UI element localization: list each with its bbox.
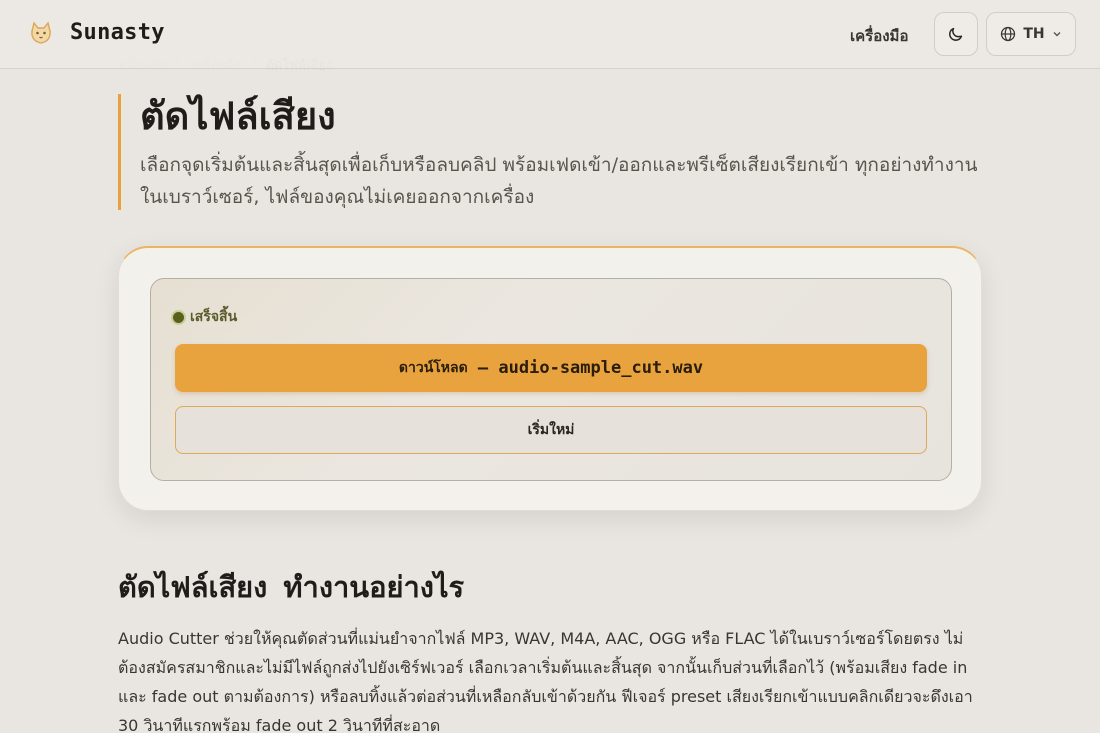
brand-name[interactable]: Sunasty bbox=[70, 20, 165, 45]
chevron-down-icon bbox=[1053, 32, 1061, 37]
download-filename: audio-sample_cut.wav bbox=[498, 358, 704, 378]
globe-icon bbox=[1001, 26, 1016, 42]
site-header: Sunasty เครื่องมือ TH bbox=[0, 0, 1100, 69]
result-panel: เสร็จสิ้น ดาวน์โหลด — audio-sample_cut.w… bbox=[150, 278, 952, 481]
page-title: ตัดไฟล์เสียง bbox=[140, 94, 336, 138]
page-subtitle: เลือกจุดเริ่มต้นและสิ้นสุดเพื่อเก็บหรือล… bbox=[140, 154, 978, 208]
how-it-works-title: ตัดไฟล์เสียง ทำงานอย่างไร bbox=[118, 570, 465, 604]
hero-section: ตัดไฟล์เสียง เลือกจุดเริ่มต้นและสิ้นสุดเ… bbox=[118, 94, 978, 210]
tool-card: เสร็จสิ้น ดาวน์โหลด — audio-sample_cut.w… bbox=[118, 246, 982, 511]
download-separator: — bbox=[467, 358, 499, 378]
status-label: เสร็จสิ้น bbox=[190, 309, 238, 325]
restart-button[interactable]: เริ่มใหม่ bbox=[175, 406, 927, 454]
language-select[interactable]: TH bbox=[986, 12, 1076, 56]
status-badge: เสร็จสิ้น bbox=[173, 306, 237, 328]
status-dot-icon bbox=[173, 311, 184, 323]
language-label: TH bbox=[1023, 26, 1045, 42]
moon-icon bbox=[949, 27, 963, 41]
nav-tools-link[interactable]: เครื่องมือ bbox=[850, 24, 908, 48]
theme-toggle-button[interactable] bbox=[934, 12, 978, 56]
cat-logo-icon[interactable] bbox=[26, 18, 56, 48]
download-button[interactable]: ดาวน์โหลด — audio-sample_cut.wav bbox=[175, 344, 927, 392]
how-it-works-body: Audio Cutter ช่วยให้คุณตัดส่วนที่แม่นยำจ… bbox=[118, 629, 973, 733]
download-label: ดาวน์โหลด bbox=[398, 360, 468, 376]
